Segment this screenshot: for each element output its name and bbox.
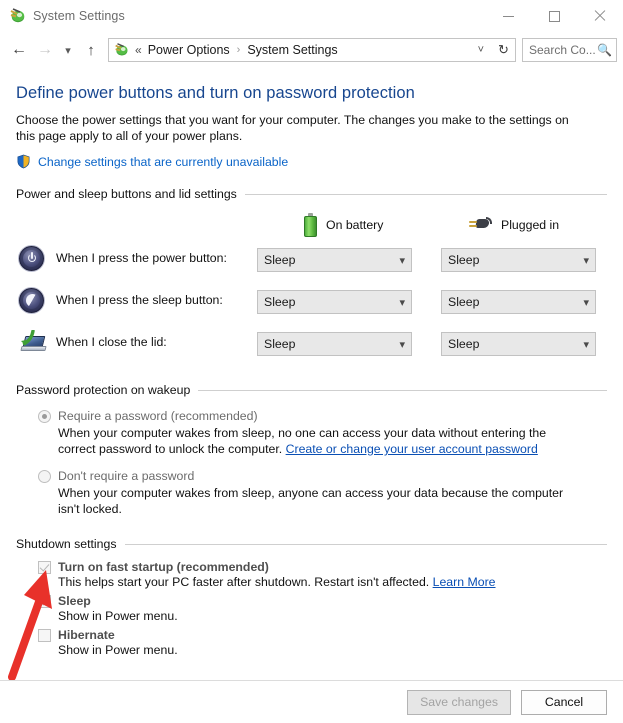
on-battery-label: On battery (326, 218, 384, 232)
sleep-button-on-battery-dropdown[interactable]: Sleep ▾ (257, 290, 412, 314)
sleep-description: Show in Power menu. (58, 609, 178, 623)
checkbox-row-sleep[interactable]: Sleep (16, 594, 607, 608)
power-plug-icon (8, 7, 26, 25)
fast-startup-checkbox[interactable] (38, 561, 51, 574)
address-bar[interactable]: « Power Options › System Settings ˅ (108, 38, 493, 62)
cancel-button[interactable]: Cancel (521, 689, 607, 715)
section-divider (124, 543, 607, 545)
radio-button[interactable] (38, 410, 51, 423)
shutdown-section-heading: Shutdown settings (16, 537, 117, 551)
checkbox-label: Turn on fast startup (recommended) (58, 560, 269, 574)
plugged-in-label: Plugged in (501, 218, 560, 232)
dropdown-value: Sleep (264, 295, 296, 309)
hibernate-checkbox[interactable] (38, 629, 51, 642)
chevron-down-icon: ▾ (583, 296, 589, 309)
save-changes-button: Save changes (407, 689, 511, 715)
chevron-down-icon: ▾ (399, 254, 405, 267)
dropdown-value: Sleep (264, 337, 296, 351)
close-lid-row-label: When I close the lid: (56, 335, 167, 349)
plug-icon (468, 216, 492, 234)
change-settings-unavailable-link[interactable]: Change settings that are currently unava… (38, 155, 288, 169)
column-header-plugged-in: Plugged in (468, 216, 559, 234)
power-button-plugged-in-dropdown[interactable]: Sleep ▾ (441, 248, 596, 272)
dropdown-value: Sleep (448, 337, 480, 351)
close-lid-plugged-in-dropdown[interactable]: Sleep ▾ (441, 332, 596, 356)
radio-require-password[interactable]: Require a password (recommended) (16, 409, 607, 423)
setting-row-close-lid: When I close the lid: Sleep ▾ Sleep ▾ (16, 327, 607, 369)
sleep-button-row-label: When I press the sleep button: (56, 293, 223, 307)
forward-arrow-icon: → (37, 41, 53, 58)
create-change-password-link[interactable]: Create or change your user account passw… (286, 442, 538, 456)
search-input[interactable]: Search Co... 🔍 (522, 38, 617, 62)
password-section-header: Password protection on wakeup (16, 383, 607, 397)
navigation-bar: ← → ▾ ↑ « Power Options › System Setting… (0, 32, 623, 68)
laptop-lid-icon (19, 330, 47, 356)
description-text: This helps start your PC faster after sh… (58, 575, 433, 589)
radio-button[interactable] (38, 470, 51, 483)
search-icon: 🔍 (597, 43, 612, 57)
page-description: Choose the power settings that you want … (16, 113, 569, 143)
dont-require-password-description: When your computer wakes from sleep, any… (58, 486, 564, 516)
checkbox-label: Sleep (58, 594, 91, 608)
content-area: Define power buttons and turn on passwor… (0, 84, 623, 657)
shield-icon (16, 154, 31, 169)
power-button-on-battery-dropdown[interactable]: Sleep ▾ (257, 248, 412, 272)
radio-dont-require-password[interactable]: Don't require a password (16, 469, 607, 483)
sleep-button-icon (19, 288, 45, 314)
learn-more-link[interactable]: Learn More (433, 575, 496, 589)
radio-label: Require a password (recommended) (58, 409, 258, 423)
power-section-heading: Power and sleep buttons and lid settings (16, 187, 237, 201)
power-button-icon (19, 246, 45, 272)
column-header-on-battery: On battery (304, 213, 383, 237)
breadcrumb-separator-icon: › (236, 44, 241, 56)
hibernate-description: Show in Power menu. (58, 643, 178, 657)
setting-row-sleep-button: When I press the sleep button: Sleep ▾ S… (16, 285, 607, 327)
title-bar: System Settings (0, 0, 623, 32)
footer-bar: Save changes Cancel (0, 680, 623, 723)
chevron-down-icon: ▾ (399, 338, 405, 351)
breadcrumb-power-options[interactable]: Power Options (148, 43, 230, 57)
close-icon[interactable] (577, 0, 623, 32)
window-title: System Settings (33, 9, 125, 23)
fast-startup-description: This helps start your PC faster after sh… (16, 575, 607, 589)
chevron-down-icon: ▾ (583, 338, 589, 351)
breadcrumb-overflow-icon[interactable]: « (135, 43, 142, 57)
close-lid-on-battery-dropdown[interactable]: Sleep ▾ (257, 332, 412, 356)
section-divider (198, 389, 607, 391)
recent-locations-chevron-down-icon[interactable]: ▾ (58, 37, 78, 63)
chevron-down-icon: ▾ (583, 254, 589, 267)
column-headers: On battery Plugged in (16, 211, 607, 243)
dropdown-value: Sleep (264, 253, 296, 267)
refresh-icon[interactable]: ↻ (492, 38, 516, 62)
maximize-icon[interactable] (531, 0, 577, 32)
require-password-description: When your computer wakes from sleep, no … (16, 425, 576, 457)
address-chevron-down-icon[interactable]: ˅ (472, 44, 490, 56)
page-title: Define power buttons and turn on passwor… (16, 84, 415, 102)
dropdown-value: Sleep (448, 295, 480, 309)
chevron-down-icon: ▾ (399, 296, 405, 309)
breadcrumb-system-settings[interactable]: System Settings (247, 43, 337, 57)
battery-icon (304, 213, 317, 237)
section-divider (244, 193, 607, 195)
search-placeholder: Search Co... (529, 43, 596, 57)
checkbox-row-hibernate[interactable]: Hibernate (16, 628, 607, 642)
up-arrow-icon[interactable]: ↑ (78, 37, 104, 63)
power-section-header: Power and sleep buttons and lid settings (16, 187, 607, 201)
shutdown-section-header: Shutdown settings (16, 537, 607, 551)
minimize-icon[interactable] (485, 0, 531, 32)
setting-row-power-button: When I press the power button: Sleep ▾ S… (16, 243, 607, 285)
window-controls (485, 0, 623, 32)
sleep-checkbox[interactable] (38, 595, 51, 608)
checkbox-row-fast-startup[interactable]: Turn on fast startup (recommended) (16, 560, 607, 574)
address-power-plug-icon (113, 42, 129, 58)
dropdown-value: Sleep (448, 253, 480, 267)
radio-label: Don't require a password (58, 469, 195, 483)
change-settings-link-row[interactable]: Change settings that are currently unava… (16, 154, 607, 169)
password-section-heading: Password protection on wakeup (16, 383, 191, 397)
checkbox-label: Hibernate (58, 628, 115, 642)
power-button-row-label: When I press the power button: (56, 251, 227, 265)
sleep-button-plugged-in-dropdown[interactable]: Sleep ▾ (441, 290, 596, 314)
back-arrow-icon[interactable]: ← (6, 37, 32, 63)
